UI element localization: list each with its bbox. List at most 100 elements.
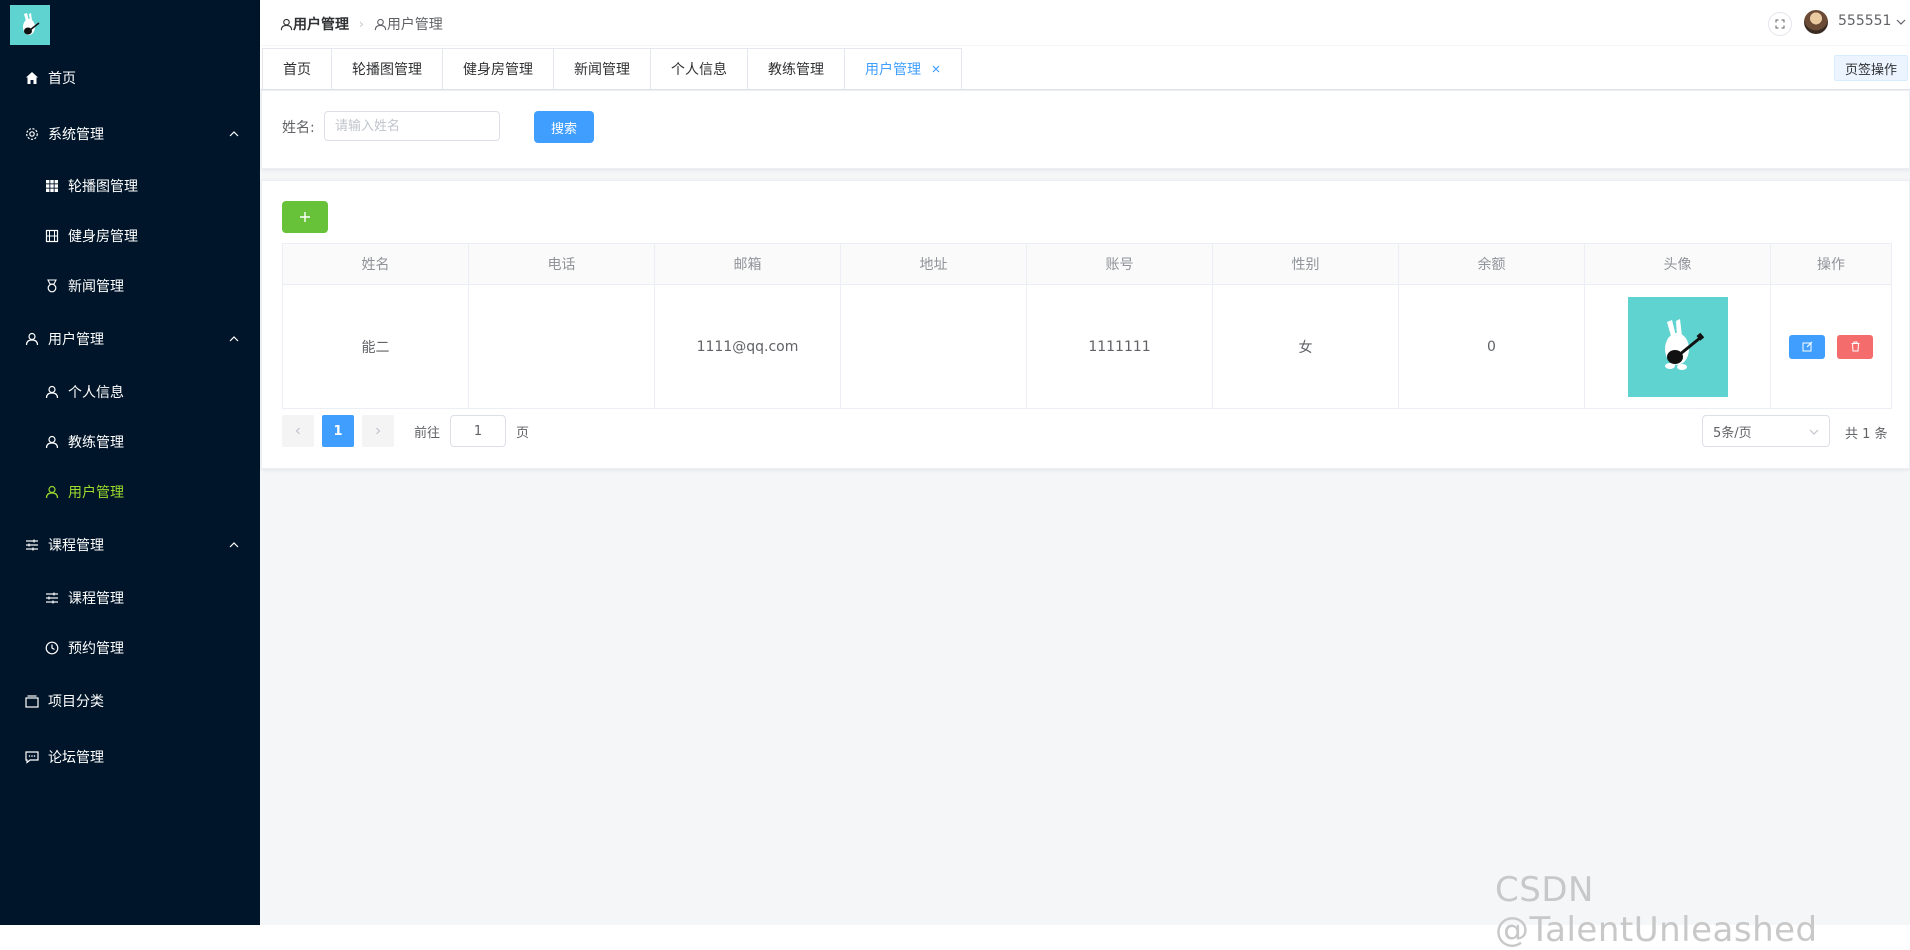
page-actions-button[interactable]: 页签操作 bbox=[1833, 55, 1908, 81]
tab-list: 首页 轮播图管理 健身房管理 新闻管理 个人信息 教练管理 用户管理 bbox=[262, 48, 962, 89]
fullscreen-icon bbox=[1775, 19, 1785, 29]
page-size-value: 5条/页 bbox=[1713, 425, 1752, 441]
avatar[interactable] bbox=[1804, 10, 1828, 34]
tab-user-manage[interactable]: 用户管理 bbox=[845, 49, 961, 89]
chevron-down-icon[interactable] bbox=[1896, 17, 1906, 27]
tab-coach[interactable]: 教练管理 bbox=[748, 49, 845, 89]
close-icon[interactable] bbox=[931, 64, 941, 74]
cell-address bbox=[840, 284, 1027, 409]
tab-carousel[interactable]: 轮播图管理 bbox=[332, 49, 443, 89]
watermark: CSDN @TalentUnleashed bbox=[1495, 870, 1818, 950]
cell-account: 1111111 bbox=[1026, 284, 1213, 409]
sidebar-item-user-group[interactable]: 用户管理 bbox=[0, 319, 260, 359]
tab-label: 新闻管理 bbox=[574, 62, 630, 78]
sidebar: 首页 系统管理 轮播图管理 健身房管理 新闻管理 用户管理 个人信息 教练管理 … bbox=[0, 0, 260, 925]
tab-label: 个人信息 bbox=[671, 62, 727, 78]
chevron-left-icon bbox=[295, 427, 300, 435]
sidebar-item-coach[interactable]: 教练管理 bbox=[0, 422, 260, 462]
sidebar-item-label: 新闻管理 bbox=[68, 279, 124, 295]
sidebar-item-label: 轮播图管理 bbox=[68, 179, 138, 195]
tab-gym[interactable]: 健身房管理 bbox=[443, 49, 554, 89]
page-unit-label: 页 bbox=[516, 425, 530, 441]
user-table-panel: 姓名 电话 邮箱 地址 账号 性别 余额 头像 操作 能二 1111@qq.co… bbox=[261, 180, 1910, 469]
sidebar-item-label: 健身房管理 bbox=[68, 229, 138, 245]
sidebar-item-news[interactable]: 新闻管理 bbox=[0, 266, 260, 306]
next-page-button[interactable] bbox=[362, 415, 394, 447]
table-header-row: 姓名 电话 邮箱 地址 账号 性别 余额 头像 操作 bbox=[282, 243, 1892, 285]
sidebar-item-gym[interactable]: 健身房管理 bbox=[0, 216, 260, 256]
goto-page-input[interactable] bbox=[450, 415, 507, 447]
chevron-up-icon bbox=[229, 542, 239, 548]
plus-icon bbox=[300, 212, 310, 222]
tabs-bar: 首页 轮播图管理 健身房管理 新闻管理 个人信息 教练管理 用户管理 页签操作 bbox=[260, 46, 1910, 90]
page-number-button[interactable]: 1 bbox=[322, 415, 354, 447]
table-row: 能二 1111@qq.com 1111111 女 0 bbox=[282, 284, 1892, 409]
tab-news[interactable]: 新闻管理 bbox=[554, 49, 651, 89]
sidebar-item-label: 首页 bbox=[48, 71, 76, 87]
name-search-input[interactable] bbox=[324, 111, 500, 141]
film-icon bbox=[44, 228, 60, 244]
username[interactable]: 555551 bbox=[1838, 13, 1891, 29]
search-button[interactable]: 搜索 bbox=[534, 111, 594, 143]
trash-icon bbox=[1851, 341, 1859, 352]
sidebar-item-label: 用户管理 bbox=[48, 332, 104, 348]
search-panel: 姓名: 搜索 bbox=[261, 90, 1910, 169]
tab-label: 教练管理 bbox=[768, 62, 824, 78]
goto-label: 前往 bbox=[414, 425, 441, 441]
column-header-name: 姓名 bbox=[282, 243, 469, 285]
sidebar-item-label: 课程管理 bbox=[68, 591, 124, 607]
user-icon bbox=[280, 18, 293, 30]
grid-icon bbox=[44, 178, 60, 194]
column-header-balance: 余额 bbox=[1398, 243, 1585, 285]
delete-button[interactable] bbox=[1837, 334, 1873, 359]
fullscreen-button[interactable] bbox=[1768, 12, 1792, 36]
edit-button[interactable] bbox=[1789, 334, 1825, 359]
sidebar-item-course-group[interactable]: 课程管理 bbox=[0, 525, 260, 565]
add-user-button[interactable] bbox=[282, 201, 328, 233]
user-icon bbox=[374, 18, 386, 30]
sidebar-item-course[interactable]: 课程管理 bbox=[0, 578, 260, 618]
sidebar-item-label: 教练管理 bbox=[68, 435, 124, 451]
sliders-icon bbox=[24, 537, 40, 553]
sidebar-item-category[interactable]: 项目分类 bbox=[0, 681, 260, 721]
prev-page-button[interactable] bbox=[282, 415, 314, 447]
edit-icon bbox=[1802, 341, 1812, 352]
column-header-avatar: 头像 bbox=[1584, 243, 1771, 285]
breadcrumb-label: 用户管理 bbox=[386, 17, 443, 33]
sidebar-item-forum[interactable]: 论坛管理 bbox=[0, 737, 260, 777]
cell-gender: 女 bbox=[1212, 284, 1399, 409]
user-icon bbox=[44, 384, 60, 400]
app-logo[interactable] bbox=[10, 5, 50, 45]
sidebar-item-label: 预约管理 bbox=[68, 641, 124, 657]
clock-icon bbox=[44, 640, 60, 656]
tab-label: 健身房管理 bbox=[463, 62, 533, 78]
cell-balance: 0 bbox=[1398, 284, 1585, 409]
cell-actions bbox=[1770, 284, 1892, 409]
logo-rabbit-icon bbox=[23, 13, 40, 35]
tab-home[interactable]: 首页 bbox=[263, 49, 332, 89]
sidebar-item-label: 论坛管理 bbox=[48, 750, 104, 766]
page-size-select[interactable]: 5条/页 bbox=[1702, 415, 1830, 447]
column-header-actions: 操作 bbox=[1770, 243, 1892, 285]
cell-avatar bbox=[1584, 284, 1771, 409]
sidebar-item-user-manage[interactable]: 用户管理 bbox=[0, 472, 260, 512]
column-header-phone: 电话 bbox=[468, 243, 655, 285]
breadcrumb-item[interactable]: 用户管理 bbox=[280, 14, 349, 34]
user-table: 姓名 电话 邮箱 地址 账号 性别 余额 头像 操作 能二 1111@qq.co… bbox=[282, 243, 1892, 409]
sidebar-item-booking[interactable]: 预约管理 bbox=[0, 628, 260, 668]
medal-icon bbox=[44, 278, 60, 294]
sidebar-item-carousel[interactable]: 轮播图管理 bbox=[0, 166, 260, 206]
name-label: 姓名: bbox=[282, 120, 315, 136]
sidebar-item-home[interactable]: 首页 bbox=[0, 58, 260, 98]
sidebar-item-label: 系统管理 bbox=[48, 127, 104, 143]
user-avatar-image bbox=[1627, 296, 1728, 397]
gear-icon bbox=[24, 126, 40, 142]
user-icon bbox=[44, 434, 60, 450]
tab-profile[interactable]: 个人信息 bbox=[651, 49, 748, 89]
top-header: 用户管理 › 用户管理 555551 bbox=[260, 0, 1910, 45]
sidebar-item-profile[interactable]: 个人信息 bbox=[0, 372, 260, 412]
sidebar-item-label: 课程管理 bbox=[48, 538, 104, 554]
pagination: 1 前往 页 bbox=[282, 415, 529, 447]
chevron-down-icon bbox=[1809, 429, 1819, 435]
sidebar-item-system[interactable]: 系统管理 bbox=[0, 114, 260, 154]
